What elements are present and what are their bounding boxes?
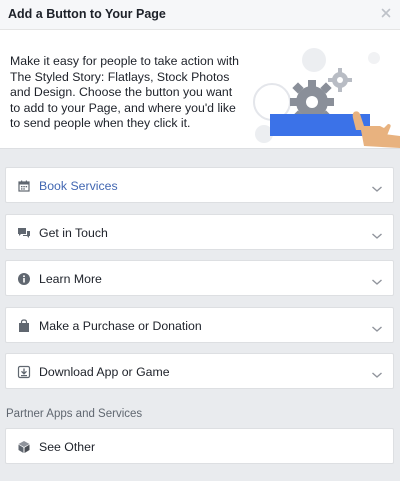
option-label: Get in Touch — [39, 225, 108, 240]
chevron-down-icon[interactable] — [371, 321, 383, 332]
add-button-dialog: Add a Button to Your Page Make it easy f… — [0, 0, 400, 481]
chat-icon — [17, 226, 31, 240]
option-book-services[interactable]: Book Services — [5, 167, 394, 203]
chevron-down-icon[interactable] — [371, 181, 383, 192]
option-label: Book Services — [39, 179, 118, 193]
partner-section-label: Partner Apps and Services — [6, 408, 143, 420]
dialog-title: Add a Button to Your Page — [8, 7, 166, 21]
info-icon — [17, 272, 31, 286]
chevron-down-icon[interactable] — [371, 367, 383, 378]
option-learn-more[interactable]: Learn More — [5, 260, 394, 296]
chevron-down-icon[interactable] — [371, 228, 383, 239]
option-make-purchase-or-donation[interactable]: Make a Purchase or Donation — [5, 306, 394, 343]
intro-panel: Make it easy for people to take action w… — [0, 30, 400, 149]
intro-description: Make it easy for people to take action w… — [10, 54, 239, 130]
option-label: Download App or Game — [39, 365, 170, 379]
see-other-label: See Other — [39, 440, 96, 454]
dialog-header: Add a Button to Your Page — [0, 0, 400, 30]
close-icon[interactable] — [378, 5, 394, 21]
option-get-in-touch[interactable]: Get in Touch — [5, 213, 394, 250]
cube-icon — [17, 440, 31, 454]
chevron-down-icon[interactable] — [371, 274, 383, 285]
download-icon — [17, 365, 31, 379]
button-options-list: Book Services Get in Touch Learn More Ma… — [5, 167, 394, 400]
button-illustration — [244, 30, 400, 148]
option-label: Make a Purchase or Donation — [39, 318, 202, 333]
calendar-icon — [17, 179, 31, 193]
option-label: Learn More — [39, 272, 102, 286]
see-other-button[interactable]: See Other — [5, 428, 394, 464]
shopping-bag-icon — [17, 318, 31, 333]
option-download-app-or-game[interactable]: Download App or Game — [5, 353, 394, 389]
